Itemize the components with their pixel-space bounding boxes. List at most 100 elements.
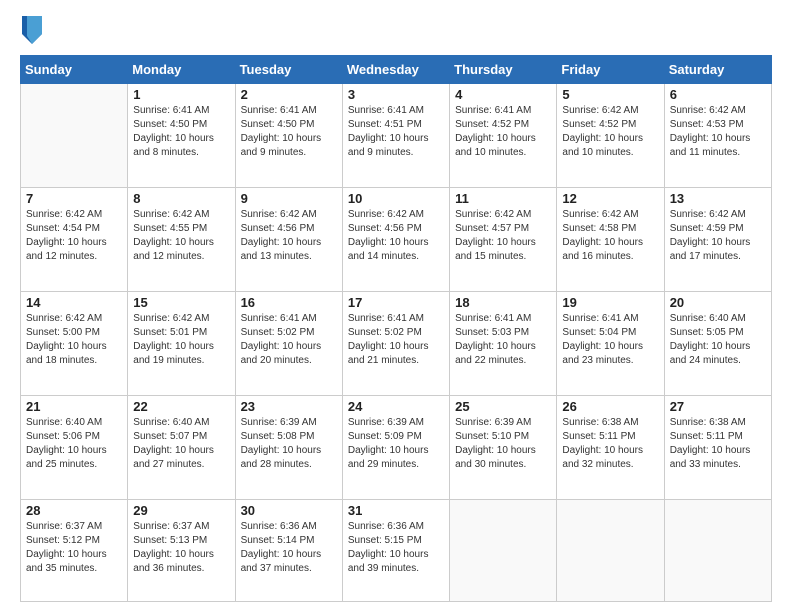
day-info: Sunrise: 6:41 AM Sunset: 4:50 PM Dayligh… [133, 104, 229, 160]
calendar-week-1: 1 Sunrise: 6:41 AM Sunset: 4:50 PM Daylig… [21, 84, 772, 188]
calendar-cell [450, 500, 557, 602]
calendar-cell: 16 Sunrise: 6:41 AM Sunset: 5:02 PM Dayli… [235, 292, 342, 396]
day-info: Sunrise: 6:36 AM Sunset: 5:14 PM Dayligh… [241, 520, 337, 576]
calendar-cell: 31 Sunrise: 6:36 AM Sunset: 5:15 PM Dayli… [342, 500, 449, 602]
calendar-header-tuesday: Tuesday [235, 56, 342, 84]
calendar-cell: 25Sunrise: 6:39 AM Sunset: 5:10 PM Dayli… [450, 396, 557, 500]
calendar-week-5: 28 Sunrise: 6:37 AM Sunset: 5:12 PM Dayli… [21, 500, 772, 602]
day-number: 19 [562, 295, 658, 310]
calendar-header-wednesday: Wednesday [342, 56, 449, 84]
calendar-header-sunday: Sunday [21, 56, 128, 84]
calendar-cell [664, 500, 771, 602]
calendar-cell: 15 Sunrise: 6:42 AM Sunset: 5:01 PM Dayli… [128, 292, 235, 396]
day-number: 6 [670, 87, 766, 102]
day-number: 10 [348, 191, 444, 206]
day-info: Sunrise: 6:42 AM Sunset: 4:53 PM Dayligh… [670, 104, 766, 160]
calendar-header-monday: Monday [128, 56, 235, 84]
day-number: 31 [348, 503, 444, 518]
day-info: Sunrise: 6:41 AM Sunset: 4:50 PM Dayligh… [241, 104, 337, 160]
calendar-cell: 10 Sunrise: 6:42 AM Sunset: 4:56 PM Dayli… [342, 188, 449, 292]
calendar-cell: 17Sunrise: 6:41 AM Sunset: 5:02 PM Dayli… [342, 292, 449, 396]
calendar-cell: 4 Sunrise: 6:41 AM Sunset: 4:52 PM Daylig… [450, 84, 557, 188]
day-info: Sunrise: 6:41 AM Sunset: 4:51 PM Dayligh… [348, 104, 444, 160]
day-number: 15 [133, 295, 229, 310]
day-number: 20 [670, 295, 766, 310]
day-number: 4 [455, 87, 551, 102]
day-info: Sunrise: 6:39 AM Sunset: 5:08 PM Dayligh… [241, 416, 337, 472]
calendar-week-4: 21 Sunrise: 6:40 AM Sunset: 5:06 PM Dayli… [21, 396, 772, 500]
calendar-cell: 1 Sunrise: 6:41 AM Sunset: 4:50 PM Daylig… [128, 84, 235, 188]
day-number: 26 [562, 399, 658, 414]
calendar-cell [21, 84, 128, 188]
day-number: 16 [241, 295, 337, 310]
day-number: 27 [670, 399, 766, 414]
calendar-cell: 29Sunrise: 6:37 AM Sunset: 5:13 PM Dayli… [128, 500, 235, 602]
day-number: 1 [133, 87, 229, 102]
day-info: Sunrise: 6:41 AM Sunset: 5:02 PM Dayligh… [348, 312, 444, 368]
logo-icon [22, 16, 42, 44]
calendar-cell [557, 500, 664, 602]
calendar-week-2: 7 Sunrise: 6:42 AM Sunset: 4:54 PM Daylig… [21, 188, 772, 292]
day-number: 3 [348, 87, 444, 102]
day-info: Sunrise: 6:37 AM Sunset: 5:12 PM Dayligh… [26, 520, 122, 576]
calendar-cell: 18 Sunrise: 6:41 AM Sunset: 5:03 PM Dayli… [450, 292, 557, 396]
day-number: 13 [670, 191, 766, 206]
day-info: Sunrise: 6:42 AM Sunset: 4:52 PM Dayligh… [562, 104, 658, 160]
calendar-cell: 23 Sunrise: 6:39 AM Sunset: 5:08 PM Dayli… [235, 396, 342, 500]
day-number: 9 [241, 191, 337, 206]
day-number: 18 [455, 295, 551, 310]
day-number: 22 [133, 399, 229, 414]
day-info: Sunrise: 6:42 AM Sunset: 4:56 PM Dayligh… [241, 208, 337, 264]
day-number: 14 [26, 295, 122, 310]
calendar-week-3: 14 Sunrise: 6:42 AM Sunset: 5:00 PM Dayli… [21, 292, 772, 396]
calendar-cell: 26 Sunrise: 6:38 AM Sunset: 5:11 PM Dayli… [557, 396, 664, 500]
calendar-cell: 28 Sunrise: 6:37 AM Sunset: 5:12 PM Dayli… [21, 500, 128, 602]
header [20, 16, 772, 49]
calendar-cell: 19 Sunrise: 6:41 AM Sunset: 5:04 PM Dayli… [557, 292, 664, 396]
calendar-table: SundayMondayTuesdayWednesdayThursdayFrid… [20, 55, 772, 602]
calendar-cell: 3 Sunrise: 6:41 AM Sunset: 4:51 PM Daylig… [342, 84, 449, 188]
day-info: Sunrise: 6:42 AM Sunset: 4:54 PM Dayligh… [26, 208, 122, 264]
day-info: Sunrise: 6:38 AM Sunset: 5:11 PM Dayligh… [562, 416, 658, 472]
calendar-header-thursday: Thursday [450, 56, 557, 84]
day-number: 11 [455, 191, 551, 206]
calendar-header-row: SundayMondayTuesdayWednesdayThursdayFrid… [21, 56, 772, 84]
day-number: 28 [26, 503, 122, 518]
day-info: Sunrise: 6:41 AM Sunset: 5:03 PM Dayligh… [455, 312, 551, 368]
calendar-cell: 2Sunrise: 6:41 AM Sunset: 4:50 PM Daylig… [235, 84, 342, 188]
day-number: 29 [133, 503, 229, 518]
day-info: Sunrise: 6:41 AM Sunset: 4:52 PM Dayligh… [455, 104, 551, 160]
day-info: Sunrise: 6:42 AM Sunset: 5:00 PM Dayligh… [26, 312, 122, 368]
calendar-cell: 24 Sunrise: 6:39 AM Sunset: 5:09 PM Dayli… [342, 396, 449, 500]
day-info: Sunrise: 6:39 AM Sunset: 5:09 PM Dayligh… [348, 416, 444, 472]
day-number: 30 [241, 503, 337, 518]
day-number: 7 [26, 191, 122, 206]
calendar-cell: 11Sunrise: 6:42 AM Sunset: 4:57 PM Dayli… [450, 188, 557, 292]
day-info: Sunrise: 6:42 AM Sunset: 4:58 PM Dayligh… [562, 208, 658, 264]
day-info: Sunrise: 6:36 AM Sunset: 5:15 PM Dayligh… [348, 520, 444, 576]
day-number: 24 [348, 399, 444, 414]
calendar-header-saturday: Saturday [664, 56, 771, 84]
calendar-cell: 8Sunrise: 6:42 AM Sunset: 4:55 PM Daylig… [128, 188, 235, 292]
day-info: Sunrise: 6:41 AM Sunset: 5:04 PM Dayligh… [562, 312, 658, 368]
day-info: Sunrise: 6:41 AM Sunset: 5:02 PM Dayligh… [241, 312, 337, 368]
logo [20, 16, 42, 49]
calendar-cell: 30 Sunrise: 6:36 AM Sunset: 5:14 PM Dayli… [235, 500, 342, 602]
day-number: 5 [562, 87, 658, 102]
day-number: 12 [562, 191, 658, 206]
day-info: Sunrise: 6:39 AM Sunset: 5:10 PM Dayligh… [455, 416, 551, 472]
calendar-cell: 5 Sunrise: 6:42 AM Sunset: 4:52 PM Daylig… [557, 84, 664, 188]
day-number: 21 [26, 399, 122, 414]
day-info: Sunrise: 6:42 AM Sunset: 5:01 PM Dayligh… [133, 312, 229, 368]
calendar-cell: 21 Sunrise: 6:40 AM Sunset: 5:06 PM Dayli… [21, 396, 128, 500]
calendar-cell: 27Sunrise: 6:38 AM Sunset: 5:11 PM Dayli… [664, 396, 771, 500]
calendar-header-friday: Friday [557, 56, 664, 84]
day-number: 23 [241, 399, 337, 414]
calendar-cell: 12 Sunrise: 6:42 AM Sunset: 4:58 PM Dayli… [557, 188, 664, 292]
day-info: Sunrise: 6:42 AM Sunset: 4:56 PM Dayligh… [348, 208, 444, 264]
calendar-cell: 20Sunrise: 6:40 AM Sunset: 5:05 PM Dayli… [664, 292, 771, 396]
day-info: Sunrise: 6:40 AM Sunset: 5:06 PM Dayligh… [26, 416, 122, 472]
calendar-cell: 13Sunrise: 6:42 AM Sunset: 4:59 PM Dayli… [664, 188, 771, 292]
calendar-cell: 7 Sunrise: 6:42 AM Sunset: 4:54 PM Daylig… [21, 188, 128, 292]
calendar-cell: 6 Sunrise: 6:42 AM Sunset: 4:53 PM Daylig… [664, 84, 771, 188]
